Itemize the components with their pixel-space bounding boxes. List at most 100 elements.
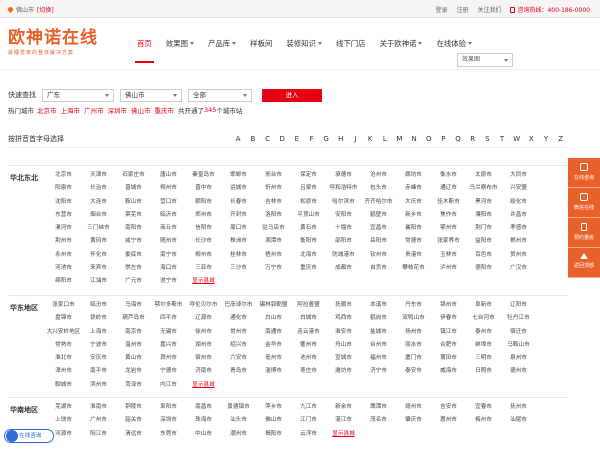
city-link[interactable]: 河池市	[46, 262, 81, 275]
city-link[interactable]: 丹东市	[396, 299, 431, 312]
city-link[interactable]: 重庆市	[291, 262, 326, 275]
city-link[interactable]: 宁德市	[151, 365, 186, 378]
nav-item[interactable]: 首页	[130, 36, 159, 63]
city-link[interactable]: 蚌埠市	[466, 339, 501, 352]
city-link[interactable]: 大庆市	[396, 196, 431, 209]
city-link[interactable]: 咸宁市	[116, 235, 151, 248]
letter-link[interactable]: K	[363, 135, 378, 143]
city-link[interactable]: 盐城市	[361, 326, 396, 339]
city-link[interactable]: 常熟市	[46, 339, 81, 352]
show-counties-link[interactable]: 显示县城	[326, 428, 361, 441]
city-link[interactable]: 牡丹江市	[501, 312, 536, 325]
side-button[interactable]: 微信在线	[568, 188, 600, 218]
city-link[interactable]: 漯河市	[46, 222, 81, 235]
city-link[interactable]: 怀化市	[81, 249, 116, 262]
city-link[interactable]: 岳阳市	[361, 235, 396, 248]
city-link[interactable]: 秦皇岛市	[186, 169, 221, 182]
city-link[interactable]: 承德市	[326, 169, 361, 182]
city-link[interactable]: 商丘市	[151, 222, 186, 235]
city-link[interactable]: 济宁市	[361, 365, 396, 378]
city-link[interactable]: 黄山市	[116, 352, 151, 365]
city-link[interactable]: 铜陵市	[116, 401, 151, 414]
city-link[interactable]: 福州市	[361, 352, 396, 365]
city-link[interactable]: 阳泉市	[46, 182, 81, 195]
city-link[interactable]: 南平市	[81, 365, 116, 378]
city-link[interactable]: 朔州市	[151, 182, 186, 195]
letter-link[interactable]: E	[290, 135, 305, 143]
city-link[interactable]: 长沙市	[186, 235, 221, 248]
city-link[interactable]: 上饶市	[46, 414, 81, 427]
city-link[interactable]: 唐山市	[151, 169, 186, 182]
hot-city-link[interactable]: 广州市	[84, 107, 104, 115]
city-link[interactable]: 濮阳市	[466, 209, 501, 222]
city-link[interactable]: 绵阳市	[46, 275, 81, 288]
city-link[interactable]: 大兴安岭地区	[46, 326, 81, 339]
nav-search-select[interactable]: 效果图	[457, 53, 513, 67]
city-link[interactable]: 新余市	[326, 401, 361, 414]
city-select[interactable]: 佛山市	[120, 88, 182, 102]
city-link[interactable]: 菏泽市	[116, 379, 151, 392]
city-link[interactable]: 三亚市	[186, 262, 221, 275]
chat-widget[interactable]: 在线咨询	[4, 429, 54, 443]
register-link[interactable]: 注册	[456, 5, 468, 14]
city-link[interactable]: 崇左市	[116, 262, 151, 275]
city-link[interactable]: 郴州市	[501, 235, 536, 248]
letter-link[interactable]: L	[377, 135, 392, 143]
city-link[interactable]: 惠州市	[431, 414, 466, 427]
city-link[interactable]: 锡林郭勒盟	[256, 299, 291, 312]
city-link[interactable]: 呼伦贝尔市	[186, 299, 221, 312]
city-link[interactable]: 淄博市	[256, 365, 291, 378]
city-link[interactable]: 广汉市	[501, 262, 536, 275]
city-link[interactable]: 莱芜市	[116, 209, 151, 222]
city-link[interactable]: 衡阳市	[291, 235, 326, 248]
city-link[interactable]: 黄石市	[291, 222, 326, 235]
district-select[interactable]: 全部	[188, 88, 252, 102]
nav-item[interactable]: 在线体验	[429, 36, 479, 51]
city-link[interactable]: 宜昌市	[361, 222, 396, 235]
city-link[interactable]: 鞍山市	[116, 196, 151, 209]
city-link[interactable]: 江门市	[291, 414, 326, 427]
city-link[interactable]: 三沙市	[221, 262, 256, 275]
show-counties-link[interactable]: 显示县城	[186, 379, 221, 392]
show-counties-link[interactable]: 显示县城	[186, 275, 221, 288]
city-link[interactable]: 黑河市	[466, 196, 501, 209]
city-link[interactable]: 芜湖市	[46, 401, 81, 414]
city-link[interactable]: 沈阳市	[46, 196, 81, 209]
city-link[interactable]: 梧州市	[256, 249, 291, 262]
nav-item[interactable]: 样板间	[243, 36, 279, 51]
city-link[interactable]: 常德市	[396, 235, 431, 248]
city-link[interactable]: 淮南市	[81, 401, 116, 414]
city-link[interactable]: 南京市	[116, 326, 151, 339]
city-link[interactable]: 东莞市	[151, 428, 186, 441]
city-link[interactable]: 株洲市	[221, 235, 256, 248]
city-link[interactable]: 合肥市	[431, 339, 466, 352]
city-link[interactable]: 四平市	[151, 312, 186, 325]
city-link[interactable]: 赤峰市	[396, 182, 431, 195]
letter-link[interactable]: D	[275, 135, 290, 143]
city-link[interactable]: 佳木斯市	[431, 196, 466, 209]
city-link[interactable]: 朝阳市	[186, 196, 221, 209]
city-link[interactable]: 衢州市	[291, 339, 326, 352]
city-link[interactable]: 新乡市	[396, 209, 431, 222]
city-link[interactable]: 邢台市	[256, 169, 291, 182]
city-link[interactable]: 黄冈市	[81, 235, 116, 248]
letter-link[interactable]: S	[480, 135, 495, 143]
city-link[interactable]: 南宁市	[151, 249, 186, 262]
city-link[interactable]: 日照市	[466, 365, 501, 378]
city-link[interactable]: 襄阳市	[396, 222, 431, 235]
letter-link[interactable]: T	[495, 135, 510, 143]
city-link[interactable]: 信阳市	[186, 222, 221, 235]
city-link[interactable]: 齐齐哈尔市	[361, 196, 396, 209]
site-logo[interactable]: 欧神诺在线 最睡觉家的整体解决方案	[8, 29, 98, 56]
city-link[interactable]: 张家界市	[431, 235, 466, 248]
city-link[interactable]: 湖州市	[186, 339, 221, 352]
city-link[interactable]: 湛江市	[326, 414, 361, 427]
city-link[interactable]: 安阳市	[326, 209, 361, 222]
city-link[interactable]: 烟台市	[81, 209, 116, 222]
city-link[interactable]: 南阳市	[116, 222, 151, 235]
city-link[interactable]: 吉林市	[256, 196, 291, 209]
city-link[interactable]: 辽源市	[186, 312, 221, 325]
city-link[interactable]: 衡水市	[431, 169, 466, 182]
side-button[interactable]: 返回顶部	[568, 248, 600, 278]
city-link[interactable]: 广州市	[81, 414, 116, 427]
